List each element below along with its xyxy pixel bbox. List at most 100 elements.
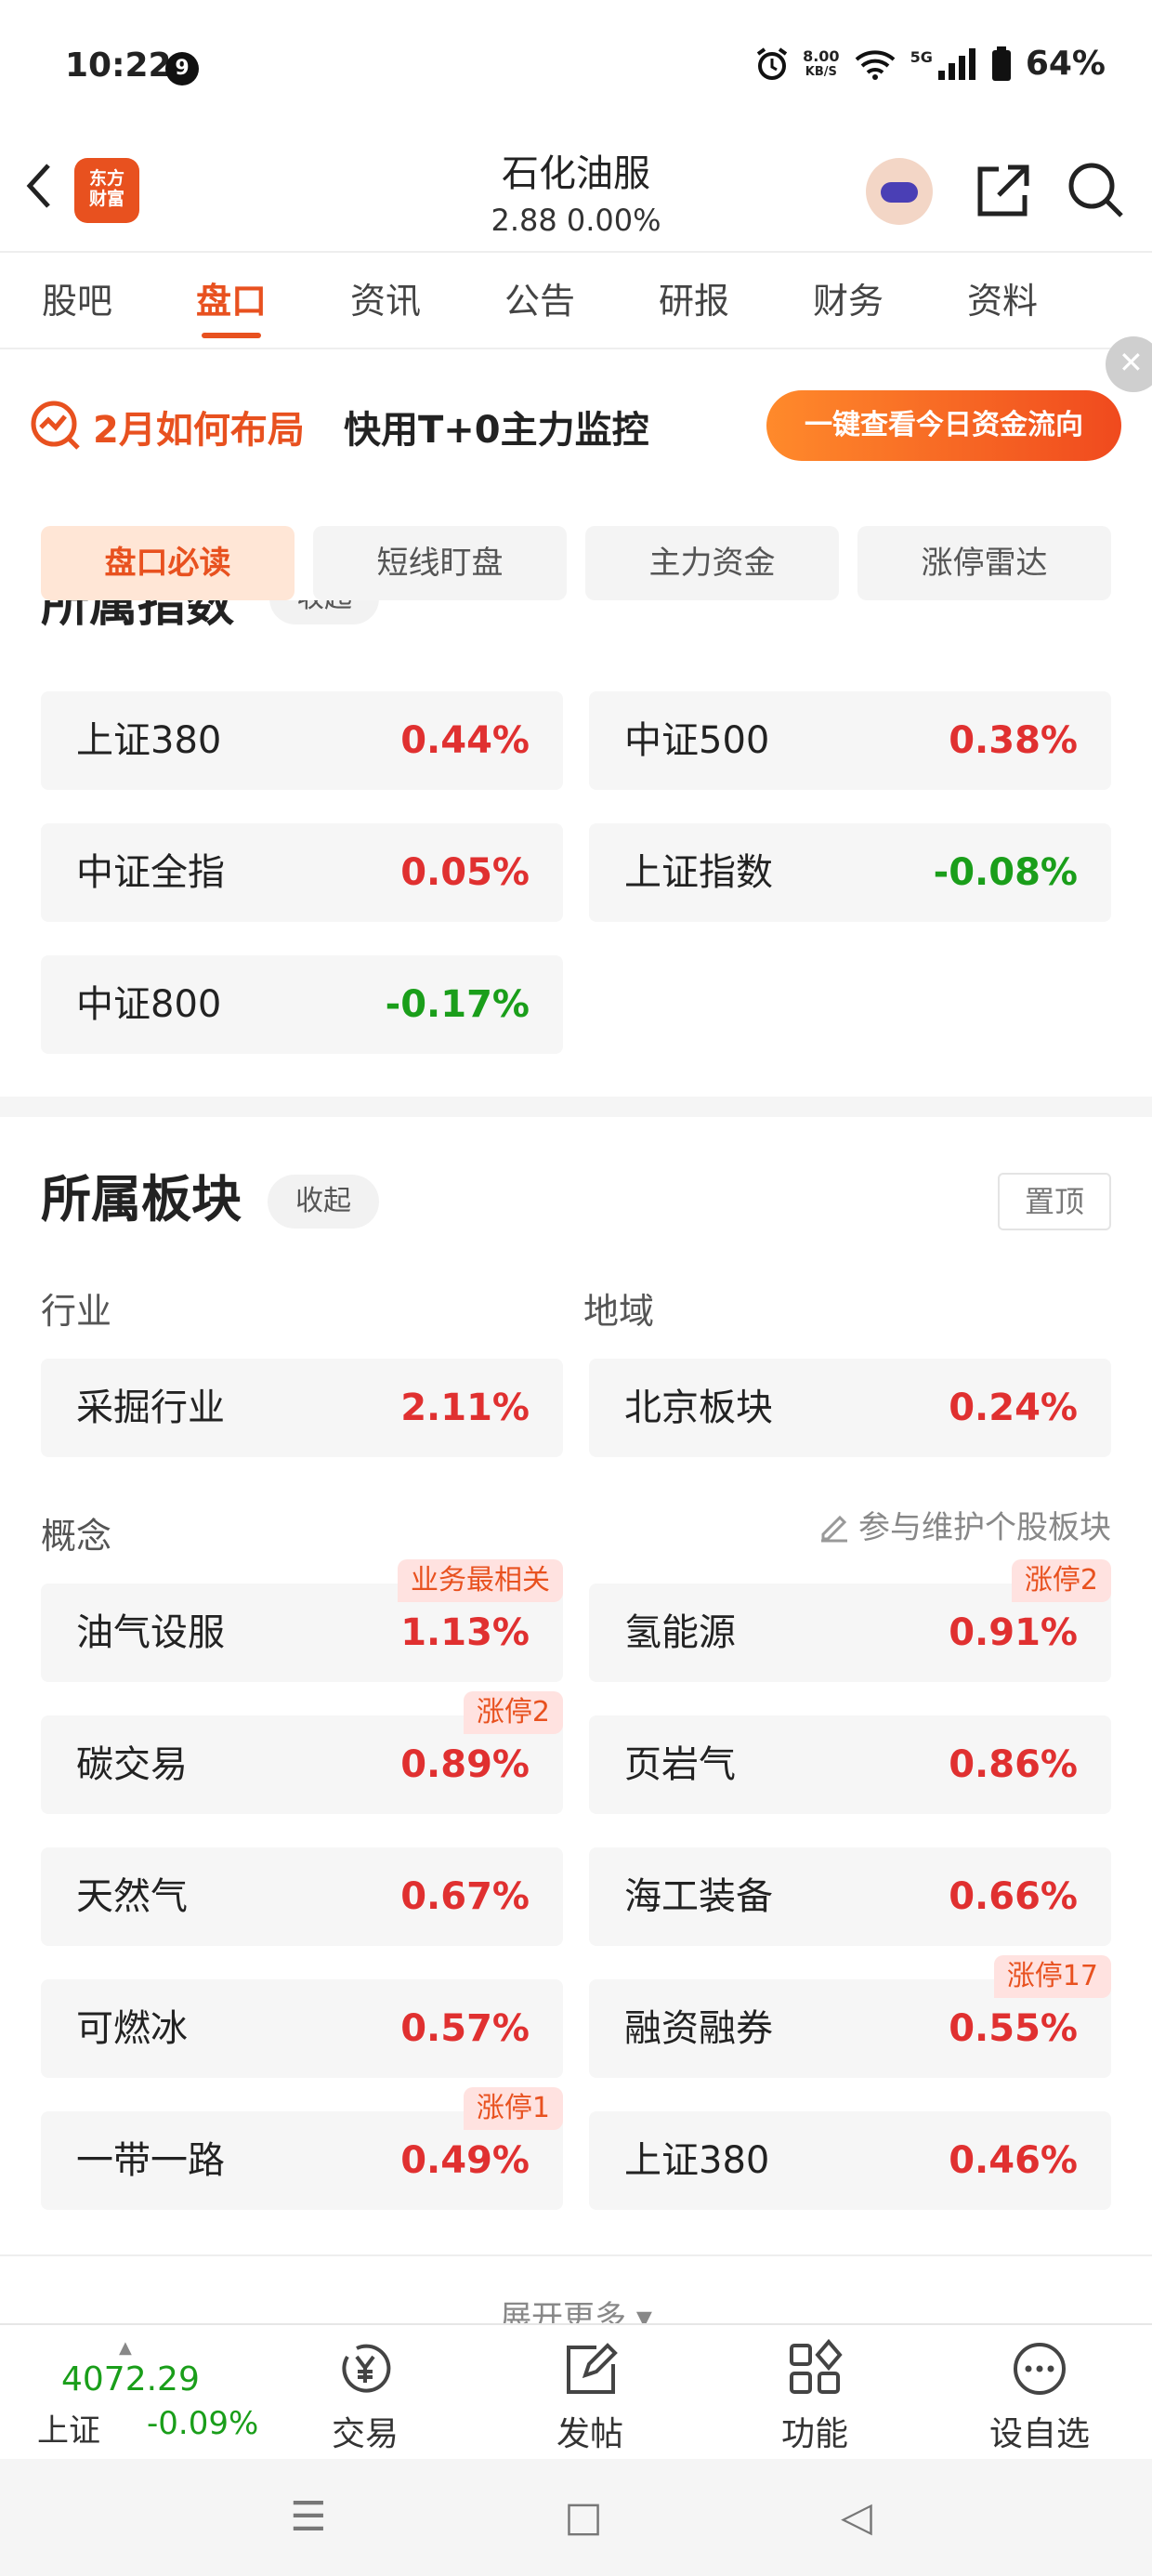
app-logo[interactable]: 东方 财富: [74, 158, 139, 223]
trade-label: 交易: [331, 2415, 399, 2453]
concept-card[interactable]: 可燃冰 0.57%: [41, 1979, 563, 2078]
index-name: 中证500: [624, 719, 770, 762]
tab-news[interactable]: 资讯: [308, 253, 463, 348]
index-card[interactable]: 上证380 0.44%: [41, 691, 563, 790]
subtab-must-read[interactable]: 盘口必读: [41, 526, 295, 600]
concept-name: 可燃冰: [76, 2007, 188, 2050]
search-button[interactable]: [1064, 158, 1129, 223]
index-pct: 0.44%: [400, 719, 530, 762]
search-icon: [1068, 163, 1123, 217]
stock-price-line: 2.88 0.00%: [491, 203, 661, 238]
chevron-left-icon: [26, 164, 50, 208]
status-bar: 10:22 9 8.00 KB/S 5G 64%: [0, 0, 1152, 130]
concept-card[interactable]: 碳交易 0.89% 涨停2: [41, 1691, 563, 1814]
concept-card[interactable]: 氢能源 0.91% 涨停2: [589, 1559, 1111, 1682]
ai-assistant-avatar[interactable]: [866, 158, 933, 225]
tab-profile[interactable]: 资料: [925, 253, 1080, 348]
index-name: 中证800: [76, 983, 222, 1026]
concept-card[interactable]: 页岩气 0.86%: [589, 1715, 1111, 1814]
features-button[interactable]: 功能: [745, 2338, 884, 2455]
wifi-icon: [855, 49, 895, 80]
post-label: 发帖: [556, 2415, 623, 2453]
sector-name: 北京板块: [624, 1387, 773, 1429]
battery-percent: 64%: [1025, 45, 1106, 83]
index-card[interactable]: 中证全指 0.05%: [41, 823, 563, 922]
more-icon: [1014, 2343, 1066, 2395]
back-nav-icon[interactable]: ◁: [829, 2494, 884, 2541]
concept-tag: 涨停17: [993, 1955, 1111, 1998]
logo-text-bottom: 财富: [88, 189, 124, 209]
menu-icon[interactable]: ☰: [281, 2494, 336, 2541]
alarm-icon: [756, 46, 788, 80]
tab-research[interactable]: 研报: [617, 253, 771, 348]
concept-pct: 0.57%: [400, 2007, 530, 2050]
sector-collapse-button[interactable]: 收起: [268, 1175, 379, 1229]
notification-badge: 9: [165, 52, 199, 85]
industry-label: 行业: [41, 1291, 112, 1332]
market-index-pct[interactable]: -0.09%: [147, 2405, 258, 2442]
concept-tag: 业务最相关: [398, 1559, 563, 1602]
index-section-title: 所属指数: [41, 600, 235, 633]
market-index-name[interactable]: 上证: [37, 2405, 100, 2451]
pencil-icon: [821, 1515, 847, 1543]
concept-name: 融资融券: [624, 2007, 773, 2050]
banner-title-highlight: 2月如何布局: [93, 409, 305, 452]
concept-name: 碳交易: [76, 1743, 188, 1786]
subtab-limit-up-radar[interactable]: 涨停雷达: [857, 526, 1111, 600]
concept-pct: 0.86%: [949, 1743, 1078, 1786]
trade-button[interactable]: 交易: [295, 2338, 435, 2455]
battery-icon: [991, 46, 1011, 81]
content-scroll-area[interactable]: 所属指数 收起 上证380 0.44% 中证500 0.38% 中证全指 0.0…: [0, 600, 1152, 2463]
market-index-value[interactable]: 4072.29: [61, 2360, 200, 2399]
tab-announcements[interactable]: 公告: [463, 253, 617, 348]
subtab-short-term[interactable]: 短线盯盘: [313, 526, 567, 600]
tab-pankou[interactable]: 盘口: [154, 253, 308, 348]
system-nav-bar: ☰ □ ◁: [0, 2459, 1152, 2576]
concept-card[interactable]: 融资融券 0.55% 涨停17: [589, 1955, 1111, 2078]
speed-unit: KB/S: [805, 64, 837, 79]
concept-card[interactable]: 上证380 0.46%: [589, 2111, 1111, 2210]
concept-tag: 涨停2: [1011, 1559, 1111, 1602]
concept-pct: 0.67%: [400, 1875, 530, 1918]
concept-name: 氢能源: [624, 1611, 736, 1654]
index-collapse-button[interactable]: 收起: [269, 600, 379, 624]
promo-banner[interactable]: 2月如何布局 快用T+0主力监控 一键查看今日资金流向: [0, 351, 1152, 500]
index-name: 中证全指: [76, 851, 225, 894]
main-tabs: 股吧 盘口 资讯 公告 研报 财务 资料: [0, 253, 1152, 349]
tab-guba[interactable]: 股吧: [0, 253, 154, 348]
share-icon: [977, 164, 1029, 217]
app-screen: 10:22 9 8.00 KB/S 5G 64% 东方 财富 石化油服 2.88 0…: [0, 0, 1152, 2576]
maintain-sector-link[interactable]: 参与维护个股板块: [818, 1502, 1111, 1547]
edit-icon: [567, 2343, 618, 2394]
concept-card[interactable]: 油气设服 1.13% 业务最相关: [41, 1559, 563, 1682]
region-card[interactable]: 北京板块 0.24%: [589, 1359, 1111, 1457]
subtab-main-funds[interactable]: 主力资金: [585, 526, 839, 600]
back-button[interactable]: [20, 158, 67, 223]
post-button[interactable]: 发帖: [520, 2338, 660, 2455]
concept-card[interactable]: 一带一路 0.49% 涨停1: [41, 2087, 563, 2210]
divider-line: [0, 2254, 1152, 2256]
tab-finance[interactable]: 财务: [771, 253, 925, 348]
sector-pct: 2.11%: [400, 1387, 530, 1429]
concept-card[interactable]: 海工装备 0.66%: [589, 1847, 1111, 1946]
network-type-label: 5G: [910, 48, 933, 66]
sector-name: 采掘行业: [76, 1387, 225, 1429]
monitor-chart-icon: [31, 401, 80, 450]
speed-value: 8.00: [803, 46, 840, 65]
add-watchlist-button[interactable]: 设自选: [970, 2338, 1109, 2455]
share-button[interactable]: [971, 158, 1036, 223]
index-pct: -0.08%: [933, 851, 1078, 894]
features-label: 功能: [780, 2415, 848, 2453]
home-icon[interactable]: □: [556, 2494, 611, 2541]
industry-card[interactable]: 采掘行业 2.11%: [41, 1359, 563, 1457]
index-card[interactable]: 中证500 0.38%: [589, 691, 1111, 790]
stock-name: 石化油服: [502, 152, 650, 195]
yen-circle-icon: [342, 2344, 391, 2393]
pin-top-button[interactable]: 置顶: [998, 1173, 1111, 1230]
index-name: 上证指数: [624, 851, 773, 894]
concept-card[interactable]: 天然气 0.67%: [41, 1847, 563, 1946]
index-pct: 0.38%: [949, 719, 1078, 762]
banner-cta-button[interactable]: 一键查看今日资金流向: [766, 390, 1121, 461]
index-card[interactable]: 上证指数 -0.08%: [589, 823, 1111, 922]
index-card[interactable]: 中证800 -0.17%: [41, 955, 563, 1054]
